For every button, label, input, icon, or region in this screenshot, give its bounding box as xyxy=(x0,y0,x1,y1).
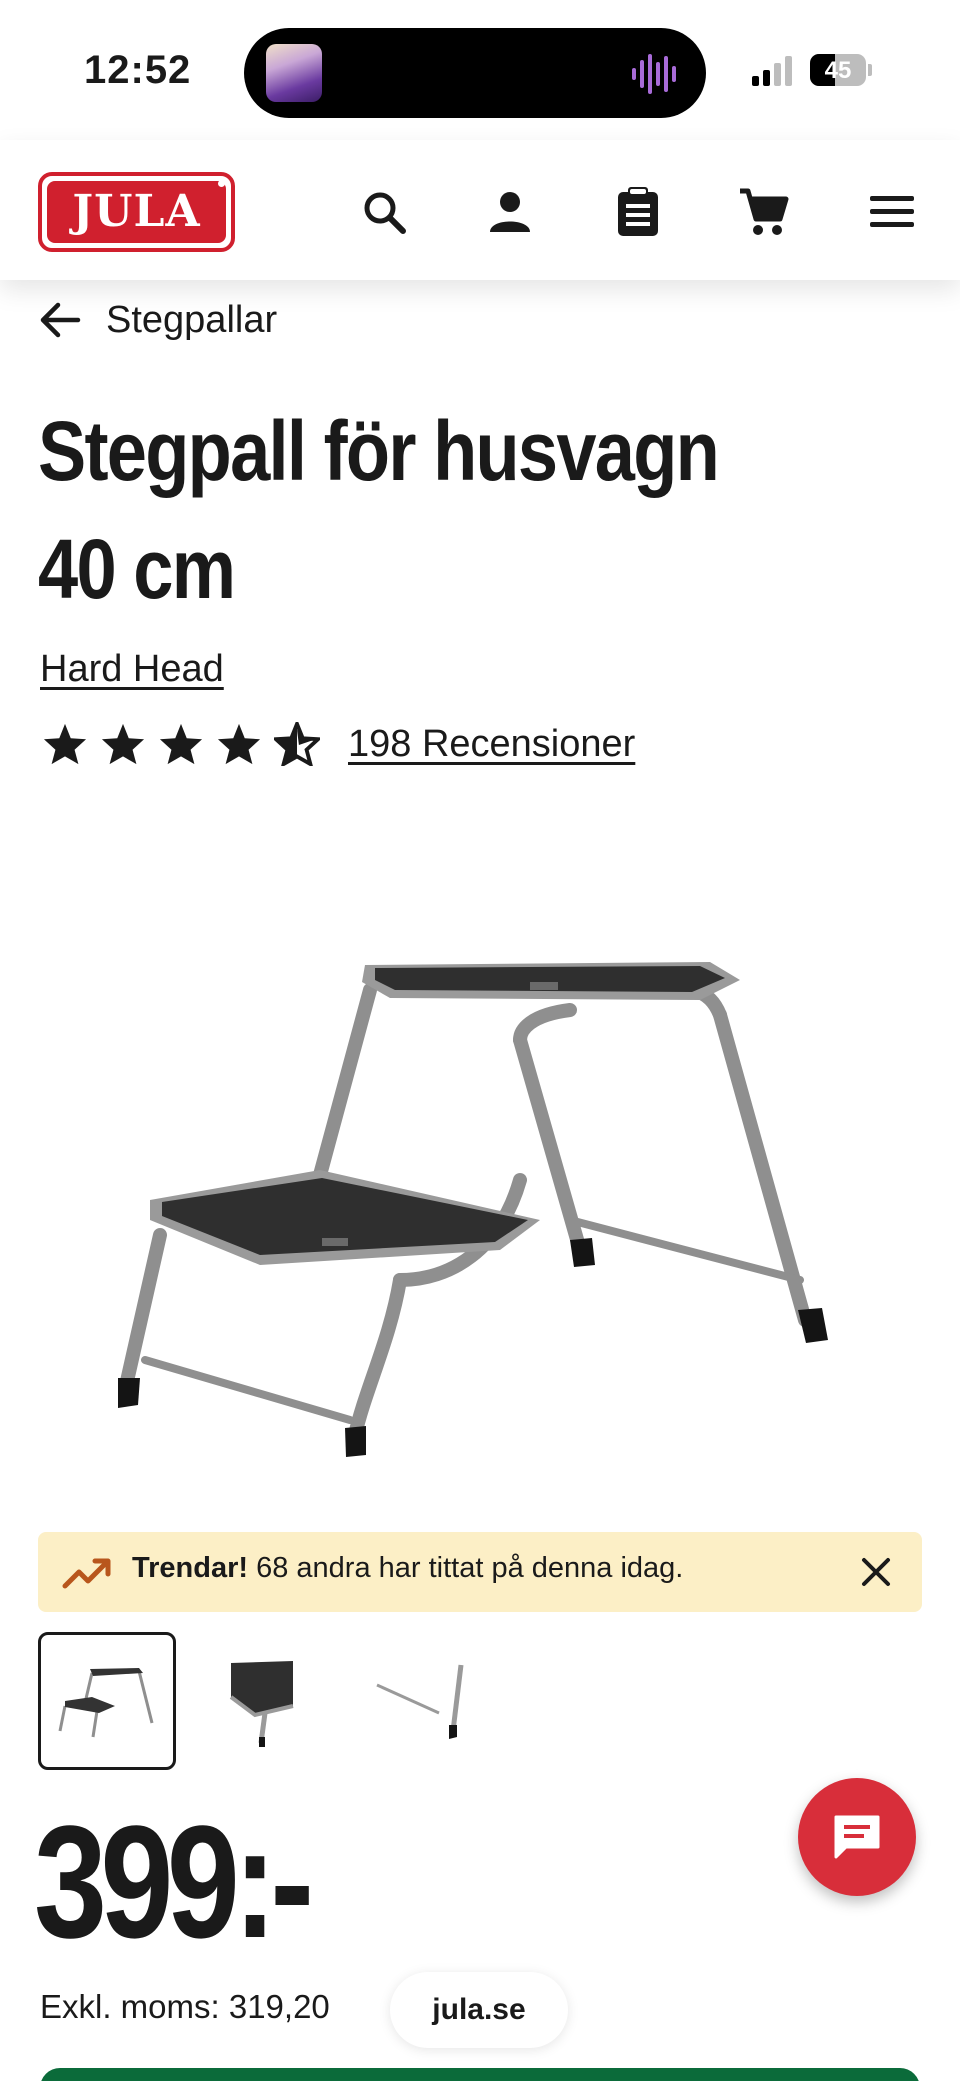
search-icon[interactable] xyxy=(356,184,412,240)
registered-mark xyxy=(218,180,225,187)
audio-waveform-icon xyxy=(632,54,676,94)
battery-tip xyxy=(868,64,872,76)
product-title: Stegpall för husvagn 40 cm xyxy=(38,404,720,616)
trending-label: Trendar! xyxy=(132,1552,249,1584)
trending-up-icon xyxy=(62,1558,111,1589)
jula-logo[interactable]: JULA xyxy=(38,172,235,252)
buy-button-edge[interactable] xyxy=(40,2068,920,2081)
browser-url-bar[interactable]: jula.se xyxy=(390,1972,568,2048)
site-header: JULA xyxy=(0,140,960,280)
battery-percent: 45 xyxy=(824,57,852,84)
product-price: 399:- xyxy=(34,1792,314,1971)
star-icon xyxy=(159,723,203,765)
image-thumbnails xyxy=(38,1632,492,1770)
star-rating xyxy=(42,722,320,766)
product-image[interactable] xyxy=(100,920,860,1490)
trending-message: 68 andra har tittat på denna idag. xyxy=(248,1552,684,1584)
product-rating[interactable]: 198 Recensioner xyxy=(42,722,635,766)
battery-icon: 45 xyxy=(810,54,866,86)
reviews-link[interactable]: 198 Recensioner xyxy=(348,723,635,766)
breadcrumb-label[interactable]: Stegpallar xyxy=(106,299,277,342)
breadcrumb[interactable]: Stegpallar xyxy=(38,290,277,350)
close-icon[interactable] xyxy=(854,1550,898,1594)
clock: 12:52 xyxy=(84,48,192,92)
status-bar: 12:52 45 xyxy=(0,0,960,140)
chat-icon xyxy=(834,1815,880,1859)
back-arrow-icon[interactable] xyxy=(38,300,82,340)
brand-link[interactable]: Hard Head xyxy=(40,648,224,691)
menu-icon[interactable] xyxy=(864,184,920,240)
thumbnail-2[interactable] xyxy=(196,1632,334,1770)
logo-text: JULA xyxy=(47,181,226,243)
thumbnail-3[interactable] xyxy=(354,1632,492,1770)
clipboard-icon[interactable] xyxy=(610,184,666,240)
dynamic-island[interactable] xyxy=(244,28,706,118)
star-icon xyxy=(217,723,261,765)
cart-icon[interactable] xyxy=(736,184,792,240)
half-star-icon xyxy=(274,722,320,766)
trending-text: Trendar! 68 andra har tittat på denna id… xyxy=(132,1552,683,1585)
account-icon[interactable] xyxy=(482,184,538,240)
star-icon xyxy=(43,723,87,765)
price-ex-vat: Exkl. moms: 319,20 xyxy=(40,1988,330,2025)
thumbnail-1[interactable] xyxy=(38,1632,176,1770)
trending-banner: Trendar! 68 andra har tittat på denna id… xyxy=(38,1532,922,1612)
chat-button[interactable] xyxy=(798,1778,916,1896)
star-icon xyxy=(101,723,145,765)
cellular-signal-icon xyxy=(752,56,792,86)
now-playing-artwork[interactable] xyxy=(266,44,322,102)
